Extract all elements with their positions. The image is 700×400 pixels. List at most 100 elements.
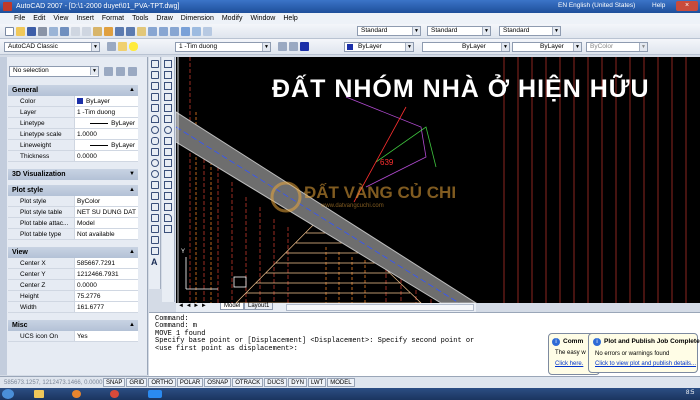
erase-icon[interactable] (164, 60, 172, 68)
pan-icon[interactable] (137, 27, 146, 36)
table-style-select[interactable]: Standard ▼ (499, 26, 561, 36)
ellipse-arc-icon[interactable] (151, 170, 159, 178)
make-current-icon[interactable] (278, 42, 287, 51)
help-button[interactable]: Help (652, 2, 665, 9)
chrome-icon[interactable] (110, 390, 119, 398)
color-select[interactable]: ByLayer ▼ (344, 42, 414, 52)
language-indicator[interactable]: EN English (United States) (558, 2, 635, 9)
tab-layout1[interactable]: Layout1 (244, 303, 274, 310)
explode-icon[interactable] (164, 225, 172, 233)
layer-select[interactable]: 1 -Tim duong ▼ (175, 42, 271, 52)
menu-file[interactable]: File (14, 15, 25, 22)
construction-line-icon[interactable] (151, 71, 159, 79)
properties-icon[interactable] (181, 27, 190, 36)
new-icon[interactable] (5, 27, 14, 36)
quick-select-icon[interactable] (128, 67, 137, 76)
table-icon[interactable] (151, 247, 159, 255)
prop-row[interactable]: UCS icon On Yes (8, 331, 138, 342)
menu-edit[interactable]: Edit (33, 15, 45, 22)
start-button[interactable] (2, 389, 14, 399)
grid-toggle[interactable]: GRID (126, 378, 148, 387)
save-icon[interactable] (27, 27, 36, 36)
menu-tools[interactable]: Tools (132, 15, 148, 22)
workspace-select[interactable]: AutoCAD Classic ▼ (4, 42, 100, 52)
toggle-pickadd-icon[interactable] (104, 67, 113, 76)
polar-toggle[interactable]: POLAR (176, 378, 204, 387)
prop-row[interactable]: Plot style ByColor (8, 196, 138, 207)
region-icon[interactable] (151, 236, 159, 244)
matchprop-icon[interactable] (104, 27, 113, 36)
dim-style-select[interactable]: Standard ▼ (427, 26, 491, 36)
fillet-icon[interactable] (164, 214, 172, 222)
plot-notification[interactable]: i Plot and Publish Job Complete No error… (588, 333, 700, 373)
drawing-canvas[interactable]: ĐẤT NHÓM NHÀ Ở HIỆN HỮU 639 ĐẤT VÀNG CỦ … (176, 57, 700, 303)
general-section[interactable]: General ▲ (8, 85, 138, 96)
text-style-select[interactable]: Standard ▼ (357, 26, 421, 36)
open-icon[interactable] (16, 27, 25, 36)
prop-row[interactable]: Thickness 0.0000 (8, 151, 138, 162)
arc-icon[interactable] (151, 115, 159, 123)
mirror-icon[interactable] (164, 82, 172, 90)
trim-icon[interactable] (164, 159, 172, 167)
prop-row[interactable]: Height 75.2776 (8, 291, 138, 302)
publish-icon[interactable] (60, 27, 69, 36)
lwt-toggle[interactable]: LWT (307, 378, 327, 387)
menu-window[interactable]: Window (250, 15, 275, 22)
select-objects-icon[interactable] (116, 67, 125, 76)
menu-insert[interactable]: Insert (76, 15, 94, 22)
break-icon[interactable] (164, 181, 172, 189)
otrack-toggle[interactable]: OTRACK (232, 378, 264, 387)
zoom-realtime-icon[interactable] (148, 27, 157, 36)
prop-row[interactable]: Color ByLayer (8, 96, 138, 107)
plotstyle-select[interactable]: ByColor ▼ (586, 42, 648, 52)
close-window-button[interactable]: × (676, 1, 698, 11)
zalo-icon[interactable] (148, 390, 162, 398)
make-block-icon[interactable] (151, 192, 159, 200)
layer-previous-icon[interactable] (289, 42, 298, 51)
prop-row[interactable]: Layer 1 -Tim duong (8, 107, 138, 118)
copy-object-icon[interactable] (164, 71, 172, 79)
zoom-previous-icon[interactable] (170, 27, 179, 36)
rectangle-icon[interactable] (151, 104, 159, 112)
move-icon[interactable] (164, 115, 172, 123)
polygon-icon[interactable] (151, 93, 159, 101)
gradient-icon[interactable] (151, 225, 159, 233)
design-center-icon[interactable] (192, 27, 201, 36)
dyn-toggle[interactable]: DYN (288, 378, 307, 387)
prop-row[interactable]: Center Y 1212466.7931 (8, 269, 138, 280)
menu-draw[interactable]: Draw (156, 15, 172, 22)
copy-icon[interactable] (82, 27, 91, 36)
revcloud-icon[interactable] (151, 137, 159, 145)
spline-icon[interactable] (151, 148, 159, 156)
selection-select[interactable]: No selection ▼ (9, 66, 99, 77)
redo-icon[interactable] (126, 27, 135, 36)
zoom-window-icon[interactable] (159, 27, 168, 36)
media-icon[interactable] (72, 390, 81, 398)
plot-details-link[interactable]: Click to view plot and publish details..… (595, 361, 696, 367)
menu-view[interactable]: View (53, 15, 68, 22)
snap-toggle[interactable]: SNAP (103, 378, 126, 387)
ducs-toggle[interactable]: DUCS (264, 378, 288, 387)
prop-row[interactable]: Plot table type Not available (8, 229, 138, 240)
prop-row[interactable]: Lineweight ByLayer (8, 140, 138, 151)
circle-icon[interactable] (151, 126, 159, 134)
layer-manager-icon[interactable] (118, 42, 127, 51)
insert-block-icon[interactable] (151, 181, 159, 189)
tab-nav-icon[interactable]: ◄ ◄ ► ► (178, 303, 207, 309)
prop-row[interactable]: Center Z 0.0000 (8, 280, 138, 291)
extend-icon[interactable] (164, 170, 172, 178)
comm-link[interactable]: Click here. (555, 361, 583, 367)
explorer-icon[interactable] (34, 390, 44, 398)
prop-row[interactable]: Plot style tableNET SU DUNG DAT 1-2... (8, 207, 138, 218)
linetype-select[interactable]: ByLayer ▼ (422, 42, 510, 52)
line-icon[interactable] (151, 60, 159, 68)
stretch-icon[interactable] (164, 148, 172, 156)
view-section[interactable]: View ▲ (8, 247, 138, 258)
chamfer-icon[interactable] (164, 203, 172, 211)
offset-icon[interactable] (164, 93, 172, 101)
scale-icon[interactable] (164, 137, 172, 145)
model-toggle[interactable]: MODEL (327, 378, 355, 387)
array-icon[interactable] (164, 104, 172, 112)
rotate-icon[interactable] (164, 126, 172, 134)
menu-format[interactable]: Format (102, 15, 124, 22)
